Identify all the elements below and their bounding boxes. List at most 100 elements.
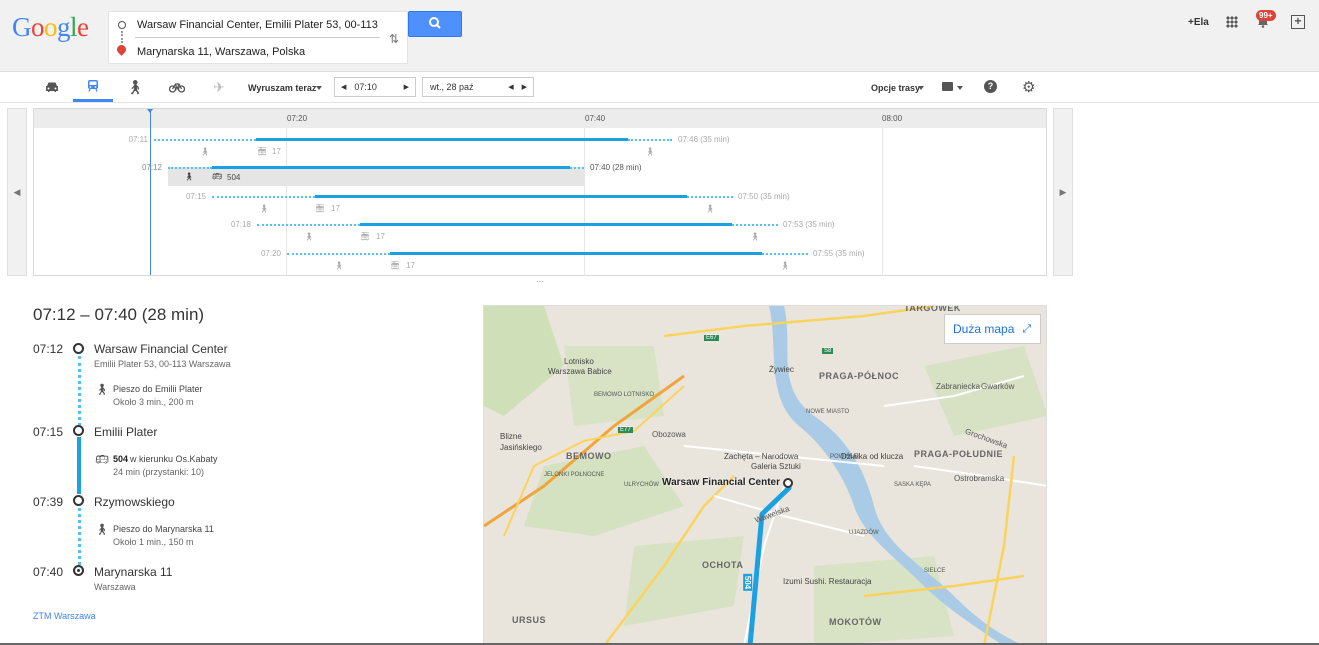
street-label: Obozowa [652,430,686,439]
tick-label: 07:20 [287,114,308,123]
time-next-icon[interactable]: ▶ [404,83,409,91]
timeline-route-row[interactable]: 07:11 07:46 (35 min) 🚶︎ 🚋︎ 17 🚶︎ [34,135,1046,163]
timeline-route-row[interactable]: 07:15 07:50 (35 min) 🚶︎ 🚋︎ 17 🚶︎ [34,192,1046,220]
line-number: 17 [272,147,281,156]
notifications-badge: 99+ [1256,10,1276,21]
mode-flight-button[interactable]: ✈ [199,72,239,102]
date-next-icon[interactable]: ▶ [522,83,527,91]
timeline-route-row[interactable]: 07:18 07:53 (35 min) 🚶︎ 🚋︎ 17 🚶︎ [34,220,1046,248]
walk-dots [687,196,733,198]
walk-dots [154,139,256,141]
transit-icon [88,80,98,92]
street-label: Zabraniecka [936,382,981,391]
route-departure: 07:12 [141,163,162,172]
top-bar: Google Marynarska 11, Warszawa, Polska ⇅… [0,0,1319,72]
stop-circle-icon [73,495,84,506]
area-label: SASKA KĘPA [894,482,931,488]
origin-circle-icon [118,21,126,29]
walk-icon: 🚶︎ [95,524,109,536]
time-selector[interactable]: ◀ 07:10 ▶ [334,77,416,97]
help-icon[interactable]: ? [984,80,997,93]
walk-icon: 🚶︎ [705,204,716,213]
walk-dots [570,167,584,169]
walk-icon: 🚶︎ [304,232,315,241]
time-prev-icon[interactable]: ◀ [341,83,346,91]
walk-icon: 🚶︎ [95,384,109,396]
district-label: MOKOTÓW [829,617,882,627]
walk-step-sub: Około 1 min., 150 m [113,537,194,547]
destination-circle-icon [73,565,84,576]
user-link[interactable]: +Ela [1188,17,1209,28]
travel-toolbar: 🚶︎ ✈ Wyruszam teraz ◀ 07:10 ▶ wt., 28 pa… [0,72,1319,103]
mode-cycling-button[interactable] [157,72,197,102]
stop-time: 07:15 [33,425,64,439]
walk-icon: 🚶︎ [645,147,656,156]
stop-name: Emilii Plater [94,425,158,439]
search-button[interactable] [408,11,462,37]
start-location-label: Warsaw Financial Center [662,477,780,488]
poi-label: Galeria Sztuki [751,462,801,471]
swap-icon[interactable]: ⇅ [389,32,399,46]
apps-grid-icon[interactable] [1226,16,1238,28]
mode-transit-button[interactable] [73,72,113,102]
walk-dots [732,224,778,226]
street-label: Ostrobramska [954,474,1005,483]
walking-icon: 🚶︎ [126,78,144,95]
route-options-dropdown[interactable]: Opcje trasy [871,83,920,93]
tick-label: 07:40 [585,114,606,123]
walk-dots [168,167,212,169]
road-shield: S8 [822,348,834,354]
print-icon[interactable] [942,82,953,91]
depart-mode-dropdown[interactable]: Wyruszam teraz [248,83,316,93]
line-number: 17 [406,261,415,270]
map-view[interactable]: TARGÓWEK PRAGA-PÓŁNOC PRAGA-POŁUDNIE BEM… [483,305,1047,645]
district-label: PRAGA-PÓŁNOC [819,371,899,381]
walk-dots [762,253,808,255]
area-label: NOWE MIASTO [806,409,850,415]
route-options-caret-icon [918,86,924,90]
mode-walking-button[interactable]: 🚶︎ [115,72,155,102]
google-logo[interactable]: Google [12,12,89,43]
bus-icon: 🚌︎ [212,172,223,181]
directions-box: Marynarska 11, Warszawa, Polska ⇅ [108,11,408,64]
stop-name: Rzymowskiego [94,495,175,509]
bus-line-number: 504 [113,454,129,464]
transit-bar [390,252,762,255]
route-departure: 07:18 [230,220,251,229]
destination-input[interactable]: Marynarska 11, Warszawa, Polska [137,46,305,58]
settings-gear-icon[interactable]: ⚙ [1022,78,1035,96]
walk-step-title: Pieszo do Marynarska 11 [113,524,214,534]
print-caret-icon[interactable] [957,86,963,90]
tram-icon: 🚋︎ [315,204,326,213]
date-selector[interactable]: wt., 28 paź ◀ ▶ [422,77,534,97]
resize-handle[interactable]: ... [536,274,544,284]
route-arrival: 07:53 (35 min) [783,220,835,229]
route-dots-icon [121,31,123,43]
timeline-route-row[interactable]: 07:20 07:55 (35 min) 🚶︎ 🚋︎ 17 🚶︎ [34,249,1046,277]
district-label: TARGÓWEK [904,305,961,313]
date-prev-icon[interactable]: ◀ [508,83,513,91]
share-plus-icon[interactable]: + [1291,15,1305,29]
walk-path [78,356,81,426]
stop-circle-icon [73,343,84,354]
large-map-button[interactable]: Duża mapa ⤢ [944,314,1041,344]
line-number: 17 [331,204,340,213]
agency-link[interactable]: ZTM Warszawa [33,611,96,621]
route-departure: 07:20 [260,249,281,258]
chevron-right-icon: ▶ [1059,186,1067,197]
poi-label: Zachęta – Narodowa [724,452,799,461]
route-arrival: 07:40 (28 min) [590,163,642,172]
mode-driving-button[interactable] [32,72,72,102]
timeline-next-button[interactable]: ▶ [1053,108,1073,276]
route-arrival: 07:46 (35 min) [678,135,730,144]
district-label: OCHOTA [702,560,744,570]
car-icon [46,82,58,92]
origin-input[interactable] [137,18,382,32]
walk-dots [257,224,360,226]
poi-label: Żywiec [769,365,794,374]
time-value: 07:10 [354,82,377,92]
timeline-route-row-selected[interactable]: 07:12 07:40 (28 min) 🚶︎ 🚌︎ 504 [34,163,1046,191]
bus-direction: w kierunku Os.Kabaty [130,454,218,464]
transit-bar [315,195,687,198]
timeline-prev-button[interactable]: ◀ [7,108,27,276]
